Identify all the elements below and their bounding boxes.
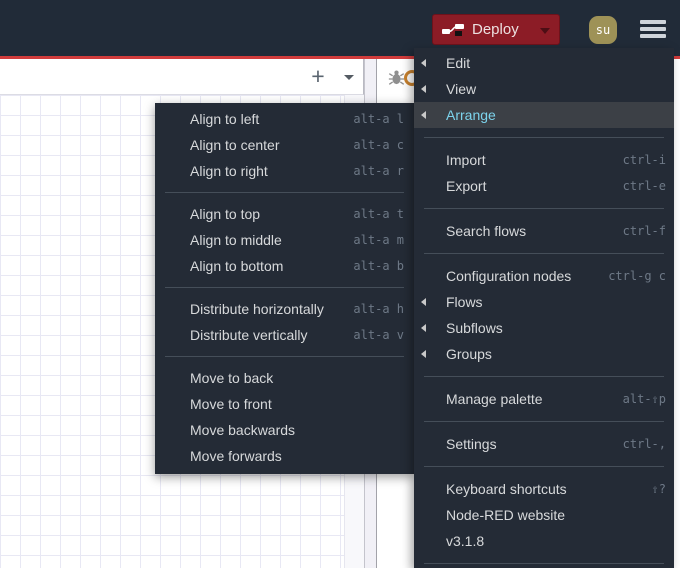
menu-separator bbox=[165, 287, 404, 288]
main-menu-button[interactable] bbox=[640, 20, 666, 38]
submenu-item-distribute-horizontally[interactable]: Distribute horizontally alt-a h bbox=[155, 296, 414, 322]
chevron-left-icon bbox=[421, 298, 426, 306]
shortcut-label: alt-a v bbox=[353, 328, 404, 342]
menu-separator bbox=[165, 356, 404, 357]
submenu-item-align-to-right[interactable]: Align to right alt-a r bbox=[155, 158, 414, 184]
submenu-item-align-to-middle[interactable]: Align to middle alt-a m bbox=[155, 227, 414, 253]
main-menu-dropdown: Edit View Arrange Import ctrl-i Export c… bbox=[414, 48, 674, 568]
deploy-options-caret-icon[interactable] bbox=[540, 28, 550, 34]
menu-separator bbox=[165, 192, 404, 193]
menu-item-arrange[interactable]: Arrange bbox=[414, 102, 674, 128]
submenu-item-move-to-front[interactable]: Move to front bbox=[155, 391, 414, 417]
chevron-left-icon bbox=[421, 111, 426, 119]
submenu-item-distribute-vertically[interactable]: Distribute vertically alt-a v bbox=[155, 322, 414, 348]
menu-separator bbox=[424, 208, 664, 209]
tab-list-caret-icon[interactable] bbox=[344, 75, 354, 80]
chevron-left-icon bbox=[421, 85, 426, 93]
shortcut-label: ctrl-f bbox=[622, 224, 666, 238]
shortcut-label: alt-a l bbox=[353, 112, 404, 126]
flow-tabs-bar: + bbox=[0, 59, 364, 95]
menu-item-search-flows[interactable]: Search flows ctrl-f bbox=[414, 218, 674, 244]
menu-separator bbox=[424, 466, 664, 467]
menu-item-import[interactable]: Import ctrl-i bbox=[414, 147, 674, 173]
shortcut-label: alt-a m bbox=[353, 233, 404, 247]
shortcut-label: ctrl-i bbox=[622, 153, 666, 167]
menu-item-groups[interactable]: Groups bbox=[414, 341, 674, 367]
shortcut-label: alt-⇧p bbox=[622, 392, 666, 406]
deploy-button[interactable]: Deploy bbox=[432, 14, 560, 45]
submenu-item-move-forwards[interactable]: Move forwards bbox=[155, 443, 414, 469]
user-avatar[interactable]: su bbox=[589, 16, 617, 44]
menu-item-subflows[interactable]: Subflows bbox=[414, 315, 674, 341]
node-red-editor: Deploy su + Edit View Arrange Import ctr… bbox=[0, 0, 680, 568]
shortcut-label: alt-a h bbox=[353, 302, 404, 316]
menu-item-edit[interactable]: Edit bbox=[414, 50, 674, 76]
shortcut-label: alt-a t bbox=[353, 207, 404, 221]
shortcut-label: alt-a c bbox=[353, 138, 404, 152]
menu-item-flows[interactable]: Flows bbox=[414, 289, 674, 315]
add-flow-button[interactable]: + bbox=[303, 61, 333, 91]
submenu-item-move-to-back[interactable]: Move to back bbox=[155, 365, 414, 391]
menu-item-version[interactable]: v3.1.8 bbox=[414, 528, 674, 554]
hamburger-icon bbox=[640, 20, 666, 24]
submenu-item-align-to-bottom[interactable]: Align to bottom alt-a b bbox=[155, 253, 414, 279]
menu-item-configuration-nodes[interactable]: Configuration nodes ctrl-g c bbox=[414, 263, 674, 289]
bug-icon bbox=[388, 70, 405, 85]
menu-item-view[interactable]: View bbox=[414, 76, 674, 102]
menu-separator bbox=[424, 376, 664, 377]
chevron-left-icon bbox=[421, 350, 426, 358]
menu-item-manage-palette[interactable]: Manage palette alt-⇧p bbox=[414, 386, 674, 412]
menu-separator bbox=[424, 421, 664, 422]
hamburger-icon bbox=[640, 27, 666, 31]
menu-item-settings[interactable]: Settings ctrl-, bbox=[414, 431, 674, 457]
submenu-item-align-to-center[interactable]: Align to center alt-a c bbox=[155, 132, 414, 158]
menu-separator bbox=[424, 137, 664, 138]
shortcut-label: ⇧? bbox=[651, 482, 666, 496]
deploy-button-label: Deploy bbox=[472, 21, 519, 38]
menu-separator bbox=[424, 253, 664, 254]
shortcut-label: ctrl-e bbox=[622, 179, 666, 193]
chevron-left-icon bbox=[421, 59, 426, 67]
submenu-item-move-backwards[interactable]: Move backwards bbox=[155, 417, 414, 443]
deploy-node-wire-icon bbox=[442, 24, 464, 36]
menu-item-export[interactable]: Export ctrl-e bbox=[414, 173, 674, 199]
menu-item-node-red-website[interactable]: Node-RED website bbox=[414, 502, 674, 528]
arrange-submenu: Align to left alt-a l Align to center al… bbox=[155, 103, 414, 474]
shortcut-label: ctrl-, bbox=[622, 437, 666, 451]
menu-item-keyboard-shortcuts[interactable]: Keyboard shortcuts ⇧? bbox=[414, 476, 674, 502]
chevron-left-icon bbox=[421, 324, 426, 332]
menu-separator bbox=[424, 563, 664, 564]
submenu-item-align-to-left[interactable]: Align to left alt-a l bbox=[155, 106, 414, 132]
shortcut-label: ctrl-g c bbox=[608, 269, 666, 283]
debug-tab-button[interactable] bbox=[388, 69, 405, 91]
submenu-item-align-to-top[interactable]: Align to top alt-a t bbox=[155, 201, 414, 227]
hamburger-icon bbox=[640, 34, 666, 38]
shortcut-label: alt-a r bbox=[353, 164, 404, 178]
shortcut-label: alt-a b bbox=[353, 259, 404, 273]
